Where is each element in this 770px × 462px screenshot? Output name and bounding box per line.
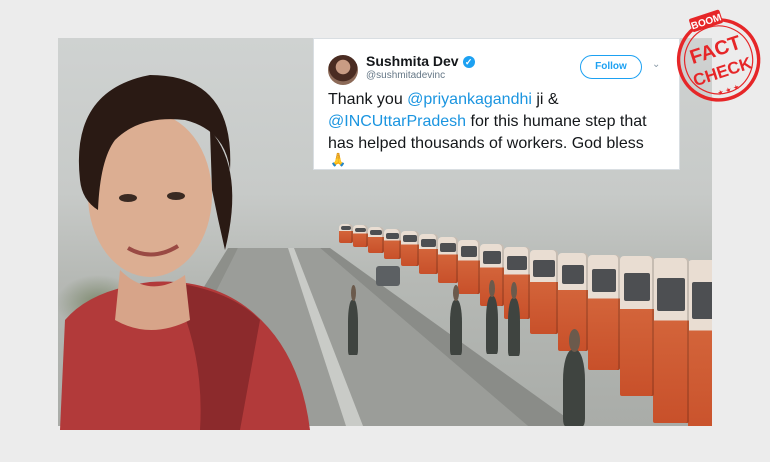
mention-link[interactable]: @INCUttarPradesh: [328, 113, 466, 130]
mention-link[interactable]: @priyankagandhi: [407, 91, 532, 108]
fact-check-stamp: BOOM FACT CHECK ★ ★ ★: [676, 9, 761, 102]
follow-button[interactable]: Follow: [580, 55, 642, 79]
avatar[interactable]: [328, 55, 358, 85]
woman-portrait: [60, 75, 310, 430]
author-name[interactable]: Sushmita Dev ✓: [366, 53, 475, 69]
tweet-text-middle: ji &: [531, 91, 559, 108]
person-figure: [450, 284, 462, 355]
author-handle[interactable]: @sushmitadevinc: [366, 70, 445, 81]
car: [376, 266, 400, 286]
pray-emoji-icon: 🙏: [330, 152, 347, 167]
person-figure: [486, 279, 498, 354]
author-name-text: Sushmita Dev: [366, 53, 459, 69]
chevron-down-icon[interactable]: ⌄: [652, 59, 660, 70]
tweet-text-intro: Thank you: [328, 91, 408, 108]
person-figure: [348, 284, 358, 355]
person-figure: [563, 328, 585, 426]
tweet-card: Sushmita Dev ✓ @sushmitadevinc Follow ⌄ T…: [313, 38, 680, 170]
person-figure: [508, 281, 520, 356]
tweet-text: Thank you @priyankagandhi ji & @INCUttar…: [328, 89, 670, 155]
verified-badge-icon: ✓: [462, 56, 475, 68]
